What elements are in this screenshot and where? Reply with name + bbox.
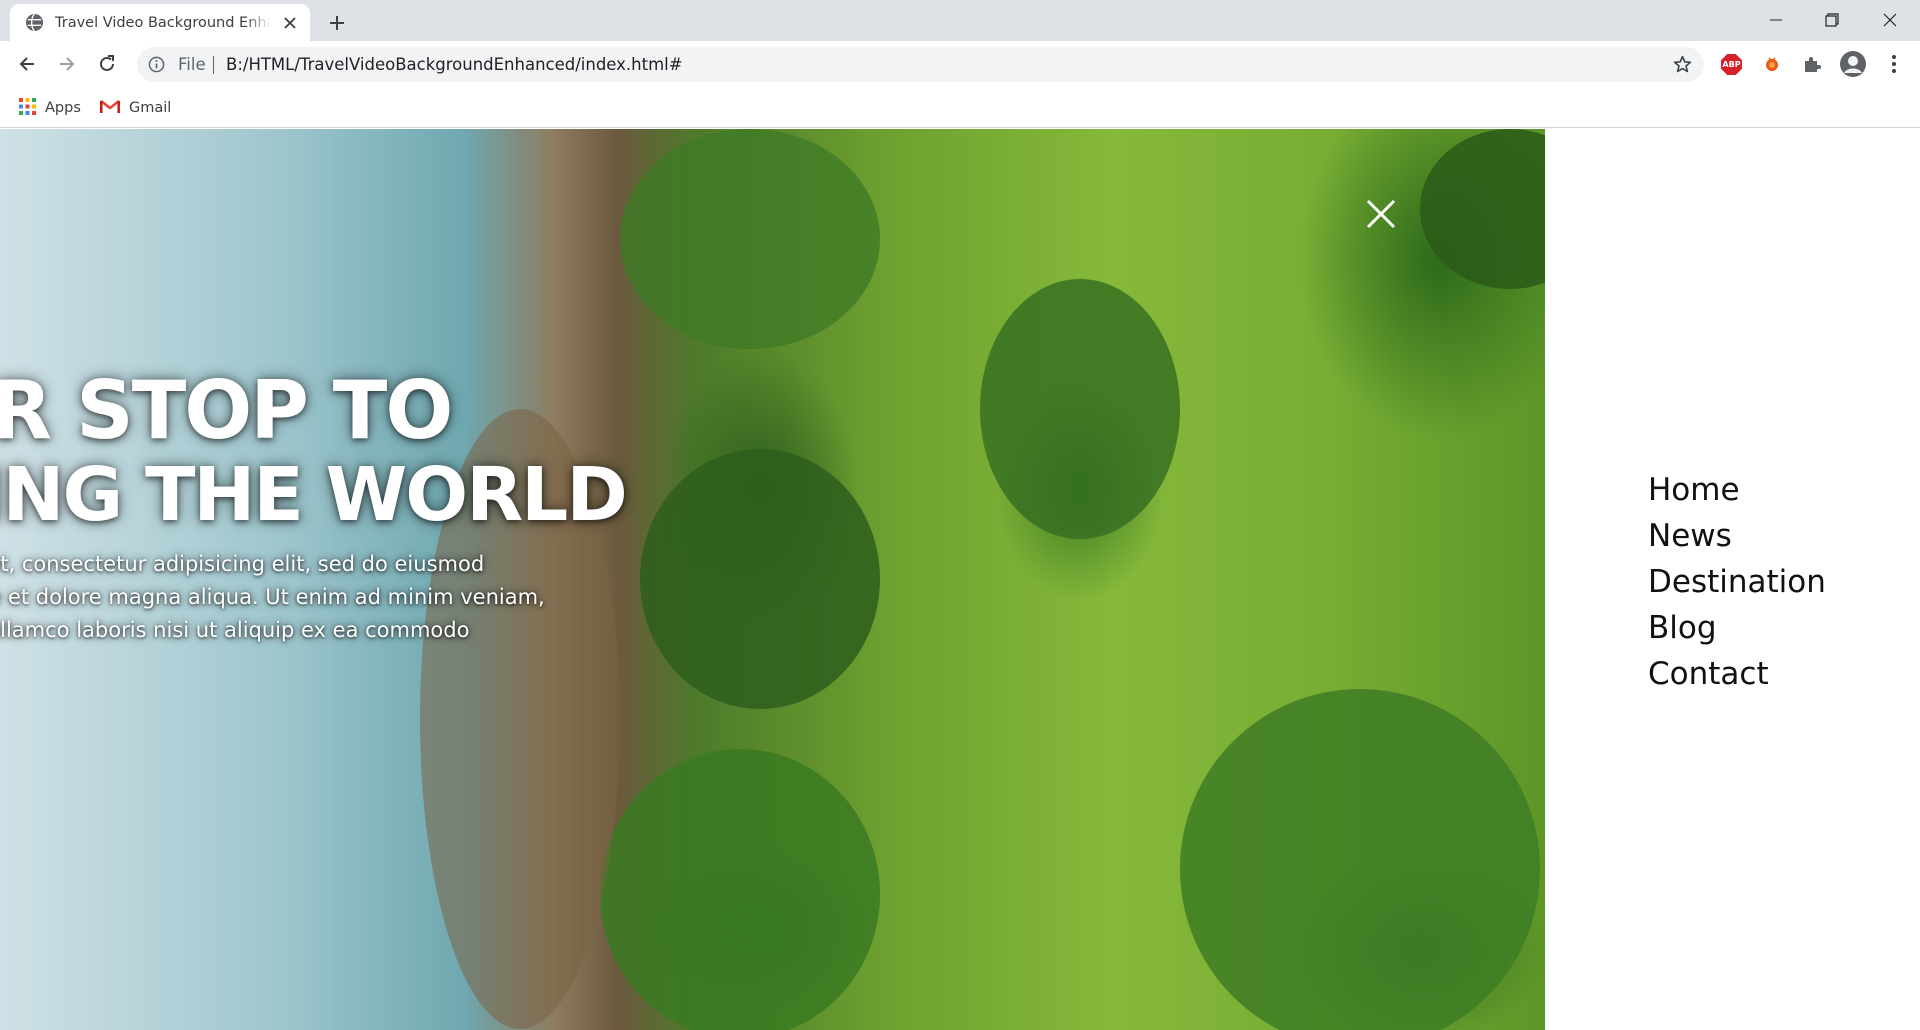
new-tab-icon[interactable] (323, 9, 351, 37)
web-page: ER STOP TO RING THE WORLD amet, consecte… (0, 129, 1920, 1030)
bookmark-star-icon[interactable] (1672, 54, 1693, 75)
kebab-menu-icon[interactable] (1877, 47, 1911, 81)
tab-strip: Travel Video Background Enhanced (0, 0, 1920, 41)
extension-bug-icon[interactable] (1755, 47, 1789, 81)
bookmark-gmail[interactable]: Gmail (100, 96, 171, 120)
menu-item-blog[interactable]: Blog (1648, 605, 1826, 651)
tab-title: Travel Video Background Enhanced (55, 14, 271, 31)
tree-cluster (1180, 689, 1540, 1030)
reload-icon[interactable] (90, 47, 124, 81)
hero-description-line: on ullamco laboris nisi ut aliquip ex ea… (0, 618, 470, 642)
bookmark-label: Apps (45, 100, 81, 116)
browser-tab[interactable]: Travel Video Background Enhanced (10, 4, 310, 41)
scheme-label: File (178, 55, 206, 74)
url-text[interactable]: B:/HTML/TravelVideoBackgroundEnhanced/in… (226, 55, 683, 74)
minimize-icon[interactable] (1748, 0, 1804, 40)
forward-arrow-icon[interactable] (50, 47, 84, 81)
hero-description: amet, consectetur adipisicing elit, sed … (0, 548, 674, 647)
profile-icon[interactable] (1836, 47, 1870, 81)
hero-description-line: amet, consectetur adipisicing elit, sed … (0, 552, 485, 576)
close-menu-icon[interactable] (1365, 198, 1397, 230)
address-bar[interactable]: File B:/HTML/TravelVideoBackgroundEnhanc… (137, 47, 1704, 82)
tree-cluster (1420, 129, 1545, 289)
bookmark-apps[interactable]: Apps (19, 96, 81, 120)
puzzle-icon[interactable] (1795, 47, 1829, 81)
restore-icon[interactable] (1804, 0, 1860, 40)
tree-cluster (600, 749, 880, 1030)
browser-toolbar: File B:/HTML/TravelVideoBackgroundEnhanc… (0, 41, 1920, 88)
side-menu: Home News Destination Blog Contact (1648, 467, 1826, 697)
menu-item-destination[interactable]: Destination (1648, 559, 1826, 605)
omnibox-separator (213, 56, 214, 74)
menu-item-home[interactable]: Home (1648, 467, 1826, 513)
apps-grid-icon (19, 97, 36, 119)
info-icon[interactable] (148, 56, 165, 73)
menu-item-news[interactable]: News (1648, 513, 1826, 559)
back-arrow-icon[interactable] (10, 47, 44, 81)
bookmarks-bar: Apps Gmail (0, 88, 1920, 128)
adblock-plus-icon[interactable]: ABP (1721, 54, 1742, 75)
tab-close-icon[interactable] (280, 13, 300, 33)
hero-description-line: bore et dolore magna aliqua. Ut enim ad … (0, 585, 545, 609)
tree-cluster (980, 279, 1180, 539)
gmail-icon (100, 99, 120, 118)
menu-item-contact[interactable]: Contact (1648, 651, 1826, 697)
hero-title-line-1: ER STOP TO (0, 364, 453, 457)
hero-title-line-2: RING THE WORLD (0, 452, 628, 538)
close-window-icon[interactable] (1862, 0, 1918, 40)
tree-cluster (640, 449, 880, 709)
bookmark-label: Gmail (129, 100, 172, 116)
globe-icon (25, 13, 44, 32)
tree-cluster (620, 129, 880, 349)
